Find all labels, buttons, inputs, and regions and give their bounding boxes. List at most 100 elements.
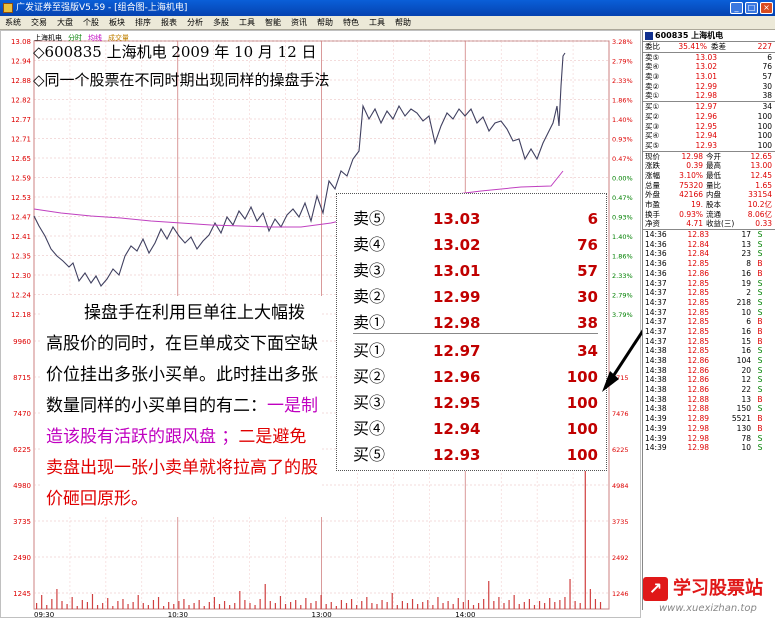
menu-item-2[interactable]: 大盘 (52, 16, 78, 29)
tick-direction: S (757, 404, 763, 414)
volume-bar (310, 603, 312, 609)
time-axis-label: 10:30 (168, 611, 188, 619)
level-price: 12.97 (695, 102, 717, 112)
tick-direction: S (757, 307, 763, 317)
tick-time: 14:38 (645, 385, 667, 395)
volume-bar (229, 605, 231, 609)
stat-label-2: 最低 (706, 170, 721, 180)
volume-bar (51, 599, 53, 609)
order-price: 12.94 (433, 420, 481, 438)
tick-row: 14:39 12.89 5521 B (643, 414, 775, 424)
volume-bar (472, 605, 475, 609)
maximize-button[interactable]: □ (745, 2, 758, 14)
tick-price: 12.89 (687, 414, 709, 424)
menu-item-14[interactable]: 工具 (364, 16, 390, 29)
tick-price: 12.83 (687, 230, 709, 240)
menu-item-9[interactable]: 工具 (234, 16, 260, 29)
menu-item-0[interactable]: 系统 (0, 16, 26, 29)
stat-label: 市盈 (645, 200, 660, 209)
stat-label: 净资 (645, 219, 660, 229)
menu-item-15[interactable]: 帮助 (390, 16, 416, 29)
tick-time: 14:36 (645, 249, 667, 259)
ask-row: 卖② 12.99 30 (353, 284, 598, 310)
close-button[interactable]: × (760, 2, 773, 14)
volume-bar (295, 600, 297, 609)
volume-axis-label-right: 6225 (612, 446, 629, 454)
volume-bar (417, 604, 419, 609)
ask-row: 卖③ 13.01 57 (353, 258, 598, 284)
menu-item-10[interactable]: 智能 (260, 16, 286, 29)
tick-price: 12.85 (687, 278, 709, 288)
tick-volume: 130 (736, 423, 751, 433)
volume-bar (137, 595, 139, 609)
level-label: 卖⑤ (645, 52, 660, 62)
level-price: 12.96 (695, 111, 717, 121)
price-axis-label: 12.41 (11, 233, 31, 241)
time-axis-label: 09:30 (34, 611, 54, 619)
tick-volume: 78 (741, 433, 751, 443)
volume-bar (122, 599, 124, 609)
level-volume: 38 (762, 91, 772, 101)
stat-label: 现价 (645, 151, 660, 161)
volume-bar (46, 605, 48, 609)
stat-value-2: 12.45 (750, 170, 772, 180)
volume-bar (117, 601, 119, 609)
volume-bar (569, 579, 571, 609)
volume-bar (584, 469, 586, 609)
menu-item-12[interactable]: 帮助 (312, 16, 338, 29)
quote-panel: 600835 上海机电 委比 35.41% 委差 227 卖⑤ 13.03 6 卖④ 1… (642, 30, 775, 610)
order-label: 卖⑤ (353, 209, 386, 228)
order-volume: 100 (566, 368, 598, 386)
volume-bar (391, 593, 393, 609)
menu-item-6[interactable]: 报表 (156, 16, 182, 29)
volume-bar (66, 604, 68, 609)
stat-row: 换手 0.93% 流通 8.06亿 (643, 210, 775, 220)
level-volume: 6 (767, 52, 772, 62)
tick-volume: 150 (736, 404, 751, 414)
order-label: 卖② (353, 287, 386, 306)
order-volume: 30 (577, 288, 598, 306)
level-label: 买① (645, 102, 660, 112)
volume-axis-label: 1245 (13, 590, 31, 598)
order-label: 买① (353, 341, 386, 360)
panel-ask-row: 卖④ 13.02 76 (643, 62, 775, 72)
volume-bar (193, 603, 195, 609)
menu-item-1[interactable]: 交易 (26, 16, 52, 29)
order-label: 买④ (353, 419, 386, 438)
price-axis-label: 12.47 (11, 214, 31, 222)
menu-item-13[interactable]: 特色 (338, 16, 364, 29)
volume-bar (279, 596, 282, 609)
volume-bar (498, 597, 500, 609)
minimize-button[interactable]: _ (730, 2, 743, 14)
tick-row: 14:37 12.85 6 B (643, 317, 775, 327)
volume-bar (264, 584, 266, 609)
menu-item-11[interactable]: 资讯 (286, 16, 312, 29)
ratio-value: 35.41% (678, 42, 707, 51)
volume-bar (274, 603, 276, 609)
annotation-header: ◇600835 上海机电 2009 年 10 月 12 日 ◇同一个股票在不同时… (33, 38, 330, 94)
menu-item-8[interactable]: 多股 (208, 16, 234, 29)
panel-tick-list[interactable]: 14:36 12.83 17 S 14:36 12.84 13 S 14:36 12.84 23 S 1… (643, 229, 775, 453)
volume-bar (356, 605, 358, 609)
menu-item-4[interactable]: 板块 (104, 16, 130, 29)
pct-axis-label: 0.93% (612, 214, 633, 222)
volume-bar (518, 604, 520, 609)
volume-axis-label: 7470 (13, 410, 31, 418)
menu-item-3[interactable]: 个股 (78, 16, 104, 29)
stat-label: 外盘 (645, 190, 660, 200)
menu-item-5[interactable]: 排序 (130, 16, 156, 29)
volume-bar (340, 600, 343, 609)
volume-bar (290, 602, 292, 609)
tick-direction: B (757, 394, 763, 404)
tick-row: 14:37 12.85 2 S (643, 288, 775, 298)
tick-row: 14:36 12.84 13 S (643, 240, 775, 250)
tick-volume: 2 (746, 288, 751, 298)
order-volume: 6 (587, 210, 598, 228)
stat-label: 涨跌 (645, 161, 660, 171)
stat-row: 现价 12.98 今开 12.65 (643, 152, 775, 162)
tick-volume: 20 (741, 365, 751, 375)
panel-ask-row: 卖① 12.98 38 (643, 91, 775, 101)
menu-item-7[interactable]: 分析 (182, 16, 208, 29)
level-price: 12.98 (695, 91, 717, 101)
stat-row: 市盈 19. 股本 10.2亿 (643, 200, 775, 210)
